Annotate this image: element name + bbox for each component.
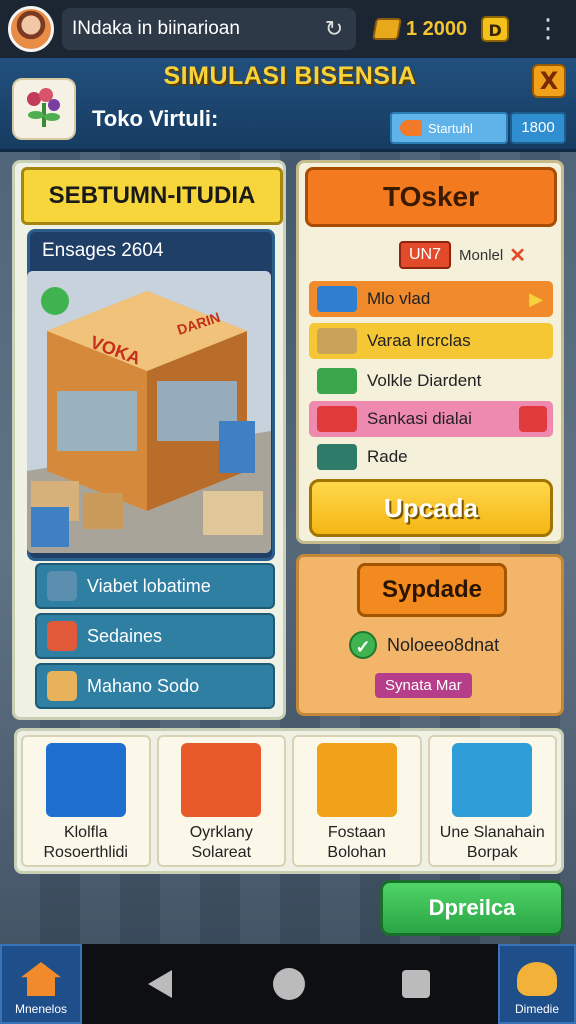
nav-left-label: Mnenelos: [14, 1002, 68, 1016]
left-panel: SEBTUMN-ITUDIA Ensages 2604 VOKA DARIN V…: [12, 160, 286, 720]
game-header: SIMULASI BISENSIA Toko Virtuli: X Startu…: [0, 58, 576, 152]
upgrade-button[interactable]: Upcada: [309, 479, 553, 537]
tosker-button[interactable]: TOsker: [305, 167, 557, 227]
game-title: SIMULASI BISENSIA: [163, 62, 417, 90]
card-label-line1: Une Slanahain: [439, 824, 545, 841]
card-label-line1: Fostaan: [327, 824, 386, 841]
list-item-label: Sedaines: [87, 625, 163, 646]
system-recents-icon[interactable]: [402, 970, 430, 998]
elephant-icon: [517, 962, 557, 996]
close-box-icon[interactable]: [519, 406, 547, 432]
check-icon: ✓: [349, 631, 377, 659]
rocket-icon: [400, 120, 422, 136]
menu-row-label: Varaa Ircrclas: [367, 331, 471, 350]
sypdade-button[interactable]: Sypdade: [357, 563, 507, 617]
menu-row[interactable]: Varaa Ircrclas: [309, 323, 553, 359]
left-item-list: Viabet lobatime Sedaines Mahano Sodo: [35, 563, 275, 713]
cart-icon: [317, 328, 357, 354]
card-label: Une Slanahain Borpak: [440, 823, 545, 863]
profile-nav-button[interactable]: Dimedie: [498, 944, 576, 1024]
store-title: Ensages 2604: [42, 240, 164, 261]
close-x-icon[interactable]: ✕: [509, 243, 526, 268]
check-row: ✓ Noloeeo8dnat: [349, 631, 499, 659]
house-icon: [21, 962, 61, 996]
card-label-line2: Bolohan: [327, 844, 387, 861]
menu-row[interactable]: Mlo vlad ▶: [309, 281, 553, 317]
system-back-icon[interactable]: [148, 970, 172, 998]
menu-row[interactable]: Sankasi dialai: [309, 401, 553, 437]
list-item-label: Mahano Sodo: [87, 675, 200, 696]
status-label: Startuhl: [428, 120, 473, 136]
list-item[interactable]: Mahano Sodo: [35, 663, 275, 709]
card-label: Fostaan Bolohan: [327, 823, 386, 863]
card-label: Oyrklany Solareat: [190, 823, 253, 863]
menu-row[interactable]: Volkle Diardent: [309, 363, 553, 399]
trolley-icon: [317, 444, 357, 470]
system-home-icon[interactable]: [273, 968, 305, 1000]
flower-logo-icon: [12, 78, 76, 140]
menu-row[interactable]: Rade: [309, 439, 553, 475]
package-icon: [47, 621, 77, 651]
list-item[interactable]: Viabet lobatime: [35, 563, 275, 609]
player-avatar[interactable]: [8, 6, 54, 52]
menu-row-label: Volkle Diardent: [367, 371, 482, 390]
store-building-image: VOKA DARIN: [27, 271, 271, 553]
purple-tag[interactable]: Synata Mar: [375, 673, 472, 698]
top-bar: INdaka in biinarioan ↻ 1 2000 D ⋮: [0, 0, 576, 58]
badge-row: UN7 Monlel ✕: [399, 241, 526, 269]
category-card[interactable]: Fostaan Bolohan: [292, 735, 422, 867]
category-card[interactable]: Klolfla Rosoerthlidi: [21, 735, 151, 867]
menu-row-label: Sankasi dialai: [367, 409, 472, 428]
status-value: 1800: [510, 112, 566, 144]
category-card[interactable]: Une Slanahain Borpak: [427, 735, 557, 867]
coin-amount: 1 2000: [406, 17, 468, 40]
category-cards: Klolfla Rosoerthlidi Oyrklany Solareat F…: [14, 728, 564, 874]
card-label-line2: Borpak: [466, 844, 518, 861]
truck-icon: [317, 286, 357, 312]
refresh-icon[interactable]: ↻: [322, 17, 346, 41]
category-card[interactable]: Oyrklany Solareat: [156, 735, 286, 867]
puzzle-icon: [316, 743, 397, 817]
menu-row-label: Mlo vlad: [367, 289, 431, 308]
shoe-icon: [317, 406, 357, 432]
card-label: Klolfla Rosoerthlidi: [44, 823, 128, 863]
badge-text: Monlel: [459, 246, 504, 264]
red-badge: UN7: [399, 241, 452, 269]
list-item-label: Viabet lobatime: [87, 575, 211, 596]
more-menu-icon[interactable]: ⋮: [535, 16, 561, 42]
list-item[interactable]: Sedaines: [35, 613, 275, 659]
grocery-cart-icon: [181, 743, 262, 817]
card-label-line1: Klolfla: [63, 824, 108, 841]
right-panel: TOsker UN7 Monlel ✕ Mlo vlad ▶ Varaa Irc…: [296, 160, 564, 544]
store-subtitle: Toko Virtuli:: [92, 106, 219, 131]
search-text: INdaka in biinarioan: [72, 18, 240, 39]
search-bar[interactable]: INdaka in biinarioan ↻: [62, 8, 356, 50]
coin-counter: 1 2000: [372, 17, 468, 41]
left-banner: SEBTUMN-ITUDIA: [21, 167, 283, 225]
crate-icon: [47, 671, 77, 701]
status-pill[interactable]: Startuhl: [390, 112, 508, 144]
card-label-line2: Rosoerthlidi: [43, 844, 128, 861]
card-label-line1: Oyrklany: [189, 824, 253, 841]
check-text: Noloeeo8dnat: [387, 634, 500, 655]
shop-stall-icon: [452, 743, 533, 817]
right-lower-panel: Sypdade ✓ Noloeeo8dnat Synata Mar: [296, 554, 564, 716]
menu-row-label: Rade: [367, 447, 408, 466]
coin-icon: [372, 18, 402, 40]
play-arrow-icon: ▶: [529, 288, 543, 309]
close-button[interactable]: X: [532, 64, 566, 98]
green-action-button[interactable]: Dpreilca: [380, 880, 564, 936]
cash-icon: [317, 368, 357, 394]
shopping-cart-icon: [45, 743, 126, 817]
home-nav-button[interactable]: Mnenelos: [0, 944, 82, 1024]
box-icon: [47, 571, 77, 601]
navigation-bar: Mnenelos Dimedie: [0, 944, 576, 1024]
gold-badge[interactable]: D: [481, 16, 510, 42]
card-label-line2: Solareat: [191, 844, 252, 861]
nav-right-label: Dimedie: [514, 1002, 559, 1016]
